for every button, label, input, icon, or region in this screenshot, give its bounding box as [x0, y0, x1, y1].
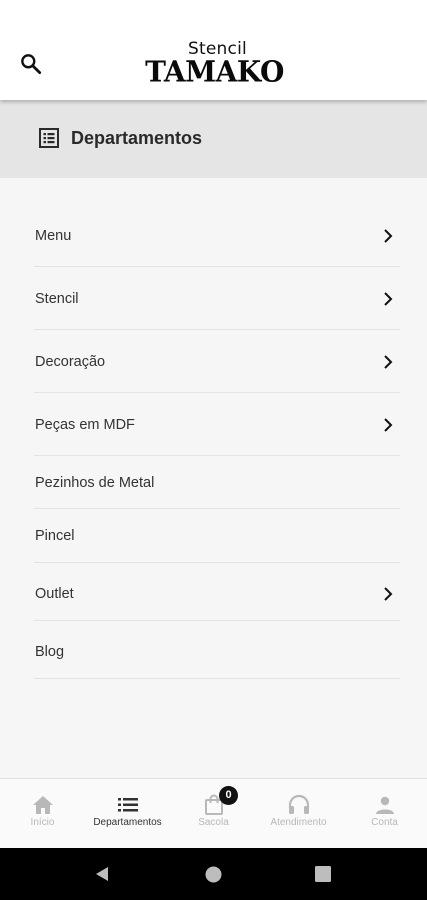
page-title: Departamentos — [71, 128, 203, 148]
tab-label: Sacola — [198, 817, 229, 828]
cart-count-badge: 0 — [219, 786, 238, 805]
departments-list: Menu Stencil Decoração Peças em MDF Pezi… — [0, 178, 427, 778]
tab-inicio[interactable]: Início — [0, 779, 85, 849]
logo-big-text: TAMAKO — [145, 54, 284, 89]
list-item-label: Outlet — [35, 586, 74, 602]
list-item-label: Decoração — [35, 354, 106, 370]
divider — [34, 392, 400, 393]
list-icon — [117, 798, 138, 812]
search-icon — [21, 54, 42, 75]
divider — [34, 508, 400, 509]
person-icon — [375, 796, 394, 814]
departments-header — [0, 100, 427, 178]
divider — [34, 678, 400, 679]
divider — [34, 562, 400, 563]
chevron-right-icon — [384, 355, 393, 369]
divider — [34, 266, 400, 267]
system-navigation-bar — [0, 848, 427, 900]
headset-icon — [288, 794, 309, 814]
brand-logo[interactable]: Stencil TAMAKO — [137, 40, 292, 88]
search-button[interactable] — [18, 51, 44, 77]
list-item-label: Stencil — [35, 291, 79, 307]
tab-label: Início — [30, 817, 55, 828]
list-box-icon — [39, 128, 59, 148]
tab-conta[interactable]: Conta — [342, 779, 427, 849]
list-item-label: Menu — [35, 228, 72, 244]
top-app-bar: Stencil TAMAKO — [0, 0, 427, 100]
tab-atendimento[interactable]: Atendimento — [256, 779, 341, 849]
list-item-label: Peças em MDF — [35, 417, 135, 433]
tab-label: Departamentos — [93, 817, 162, 828]
home-circle-icon[interactable] — [205, 866, 222, 883]
divider — [34, 455, 400, 456]
bottom-navigation: Início Departamentos Sacola Atendimento … — [0, 778, 427, 848]
tab-departamentos[interactable]: Departamentos — [85, 779, 170, 849]
list-item-label: Pezinhos de Metal — [35, 475, 155, 491]
back-icon[interactable] — [93, 865, 111, 883]
home-icon — [32, 796, 53, 814]
chevron-right-icon — [384, 229, 393, 243]
chevron-right-icon — [384, 292, 393, 306]
list-item-label: Pincel — [35, 528, 75, 544]
tab-sacola[interactable]: Sacola — [171, 779, 256, 849]
divider — [34, 329, 400, 330]
list-item-label: Blog — [35, 644, 65, 660]
chevron-right-icon — [384, 418, 393, 432]
tab-label: Conta — [371, 817, 398, 828]
chevron-right-icon — [384, 587, 393, 601]
tab-label: Atendimento — [270, 817, 327, 828]
recents-icon[interactable] — [315, 866, 331, 882]
divider — [34, 620, 400, 621]
